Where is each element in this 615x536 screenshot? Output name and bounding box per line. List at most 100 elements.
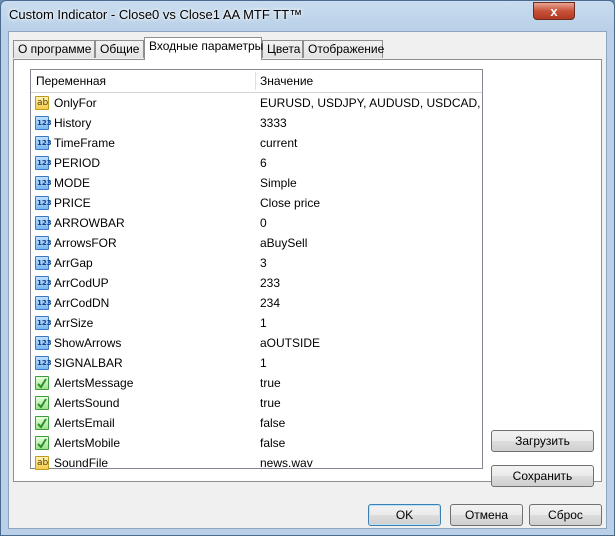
reset-button[interactable]: Сброс [529, 504, 602, 526]
integer-type-icon: 123 [35, 176, 52, 190]
string-type-icon: ab [35, 96, 49, 110]
column-header-value[interactable]: Значение [255, 70, 482, 92]
type-icon-label: 123 [37, 319, 52, 327]
type-icon-label: 123 [37, 159, 52, 167]
parameter-value[interactable]: false [260, 433, 480, 453]
parameter-row[interactable]: AlertsSound true [31, 393, 482, 413]
parameter-name: AlertsEmail [54, 416, 115, 430]
parameter-value[interactable]: news.wav [260, 453, 480, 473]
tab-colors[interactable]: Цвета [262, 40, 303, 58]
type-icon-label: 123 [37, 339, 52, 347]
parameters-grid[interactable]: Переменная Значение ab OnlyFor EURUSD, USD… [30, 69, 483, 470]
parameter-value[interactable]: 1 [260, 313, 480, 333]
parameter-name: AlertsMessage [54, 376, 134, 390]
integer-type-icon: 123 [35, 136, 52, 150]
parameter-row[interactable]: 123 ShowArrows aOUTSIDE [31, 333, 482, 353]
close-button[interactable]: x [533, 2, 575, 20]
parameter-value[interactable]: 0 [260, 213, 480, 233]
tab-common[interactable]: Общие [95, 40, 144, 58]
parameter-row[interactable]: 123 ArrowsFOR aBuySell [31, 233, 482, 253]
parameter-name: ArrCodUP [54, 276, 109, 290]
parameter-row[interactable]: 123 ArrSize 1 [31, 313, 482, 333]
ok-button[interactable]: OK [368, 504, 441, 526]
parameter-row[interactable]: 123 ArrGap 3 [31, 253, 482, 273]
cancel-button[interactable]: Отмена [450, 504, 523, 526]
parameter-name: PERIOD [54, 156, 101, 170]
type-icon-label: 123 [37, 239, 52, 247]
boolean-type-icon [35, 436, 49, 450]
integer-type-icon: 123 [35, 316, 52, 330]
parameter-name: AlertsMobile [54, 436, 121, 450]
parameter-name: ArrGap [54, 256, 93, 270]
parameter-row[interactable]: 123 ARROWBAR 0 [31, 213, 482, 233]
parameter-name: SoundFile [54, 456, 109, 470]
parameter-name: TimeFrame [54, 136, 115, 150]
column-header-variable[interactable]: Переменная [31, 70, 255, 92]
grid-header: Переменная Значение [31, 70, 482, 93]
parameter-row[interactable]: 123 PRICE Close price [31, 193, 482, 213]
parameter-row[interactable]: AlertsEmail false [31, 413, 482, 433]
type-icon-label: 123 [37, 299, 52, 307]
type-icon-label: 123 [37, 259, 52, 267]
type-icon-label: ab [37, 98, 49, 108]
parameter-row[interactable]: 123 MODE Simple [31, 173, 482, 193]
parameter-row[interactable]: ab SoundFile news.wav [31, 453, 482, 473]
tab-input-parameters[interactable]: Входные параметры [144, 37, 263, 60]
dialog-window: Custom Indicator - Close0 vs Close1 AA M… [0, 0, 615, 536]
parameter-row[interactable]: 123 SIGNALBAR 1 [31, 353, 482, 373]
integer-type-icon: 123 [35, 236, 52, 250]
integer-type-icon: 123 [35, 156, 52, 170]
tab-display[interactable]: Отображение [303, 40, 384, 58]
parameter-value[interactable]: 6 [260, 153, 480, 173]
parameter-value[interactable]: true [260, 393, 480, 413]
boolean-type-icon [35, 416, 49, 430]
integer-type-icon: 123 [35, 336, 52, 350]
integer-type-icon: 123 [35, 256, 52, 270]
parameter-value[interactable]: false [260, 413, 480, 433]
parameter-value[interactable]: 3333 [260, 113, 480, 133]
integer-type-icon: 123 [35, 196, 52, 210]
parameter-name: ArrCodDN [54, 296, 110, 310]
type-icon-label: 123 [37, 119, 52, 127]
integer-type-icon: 123 [35, 116, 52, 130]
parameter-name: ArrowsFOR [54, 236, 117, 250]
parameter-row[interactable]: 123 PERIOD 6 [31, 153, 482, 173]
parameter-row[interactable]: ab OnlyFor EURUSD, USDJPY, AUDUSD, USDCAD,… [31, 93, 482, 113]
parameter-name: OnlyFor [54, 96, 97, 110]
integer-type-icon: 123 [35, 276, 52, 290]
parameter-value[interactable]: current [260, 133, 480, 153]
parameter-value[interactable]: 3 [260, 253, 480, 273]
type-icon-label: 123 [37, 199, 52, 207]
type-icon-label: 123 [37, 179, 52, 187]
parameter-row[interactable]: AlertsMessage true [31, 373, 482, 393]
type-icon-label: 123 [37, 219, 52, 227]
parameter-value[interactable]: aOUTSIDE [260, 333, 480, 353]
title-bar[interactable]: Custom Indicator - Close0 vs Close1 AA M… [1, 1, 614, 31]
parameter-value[interactable]: 234 [260, 293, 480, 313]
parameter-value[interactable]: 1 [260, 353, 480, 373]
window-title: Custom Indicator - Close0 vs Close1 AA M… [9, 7, 303, 22]
parameter-row[interactable]: 123 TimeFrame current [31, 133, 482, 153]
type-icon-label: 123 [37, 359, 52, 367]
parameter-name: ShowArrows [54, 336, 122, 350]
parameter-row[interactable]: AlertsMobile false [31, 433, 482, 453]
boolean-type-icon [35, 376, 49, 390]
parameter-name: AlertsSound [54, 396, 120, 410]
parameter-value[interactable]: aBuySell [260, 233, 480, 253]
save-button[interactable]: Сохранить [491, 465, 594, 487]
parameter-name: PRICE [54, 196, 91, 210]
boolean-type-icon [35, 396, 49, 410]
parameter-row[interactable]: 123 ArrCodUP 233 [31, 273, 482, 293]
parameter-value[interactable]: Simple [260, 173, 480, 193]
tab-about[interactable]: О программе [13, 40, 95, 58]
type-icon-label: 123 [37, 139, 52, 147]
parameter-value[interactable]: 233 [260, 273, 480, 293]
parameter-name: MODE [54, 176, 90, 190]
parameter-name: ARROWBAR [54, 216, 125, 230]
parameter-row[interactable]: 123 ArrCodDN 234 [31, 293, 482, 313]
parameter-value[interactable]: true [260, 373, 480, 393]
parameter-value[interactable]: Close price [260, 193, 480, 213]
load-button[interactable]: Загрузить [491, 430, 594, 452]
parameter-row[interactable]: 123 History 3333 [31, 113, 482, 133]
parameter-value[interactable]: EURUSD, USDJPY, AUDUSD, USDCAD, C... [260, 93, 480, 113]
